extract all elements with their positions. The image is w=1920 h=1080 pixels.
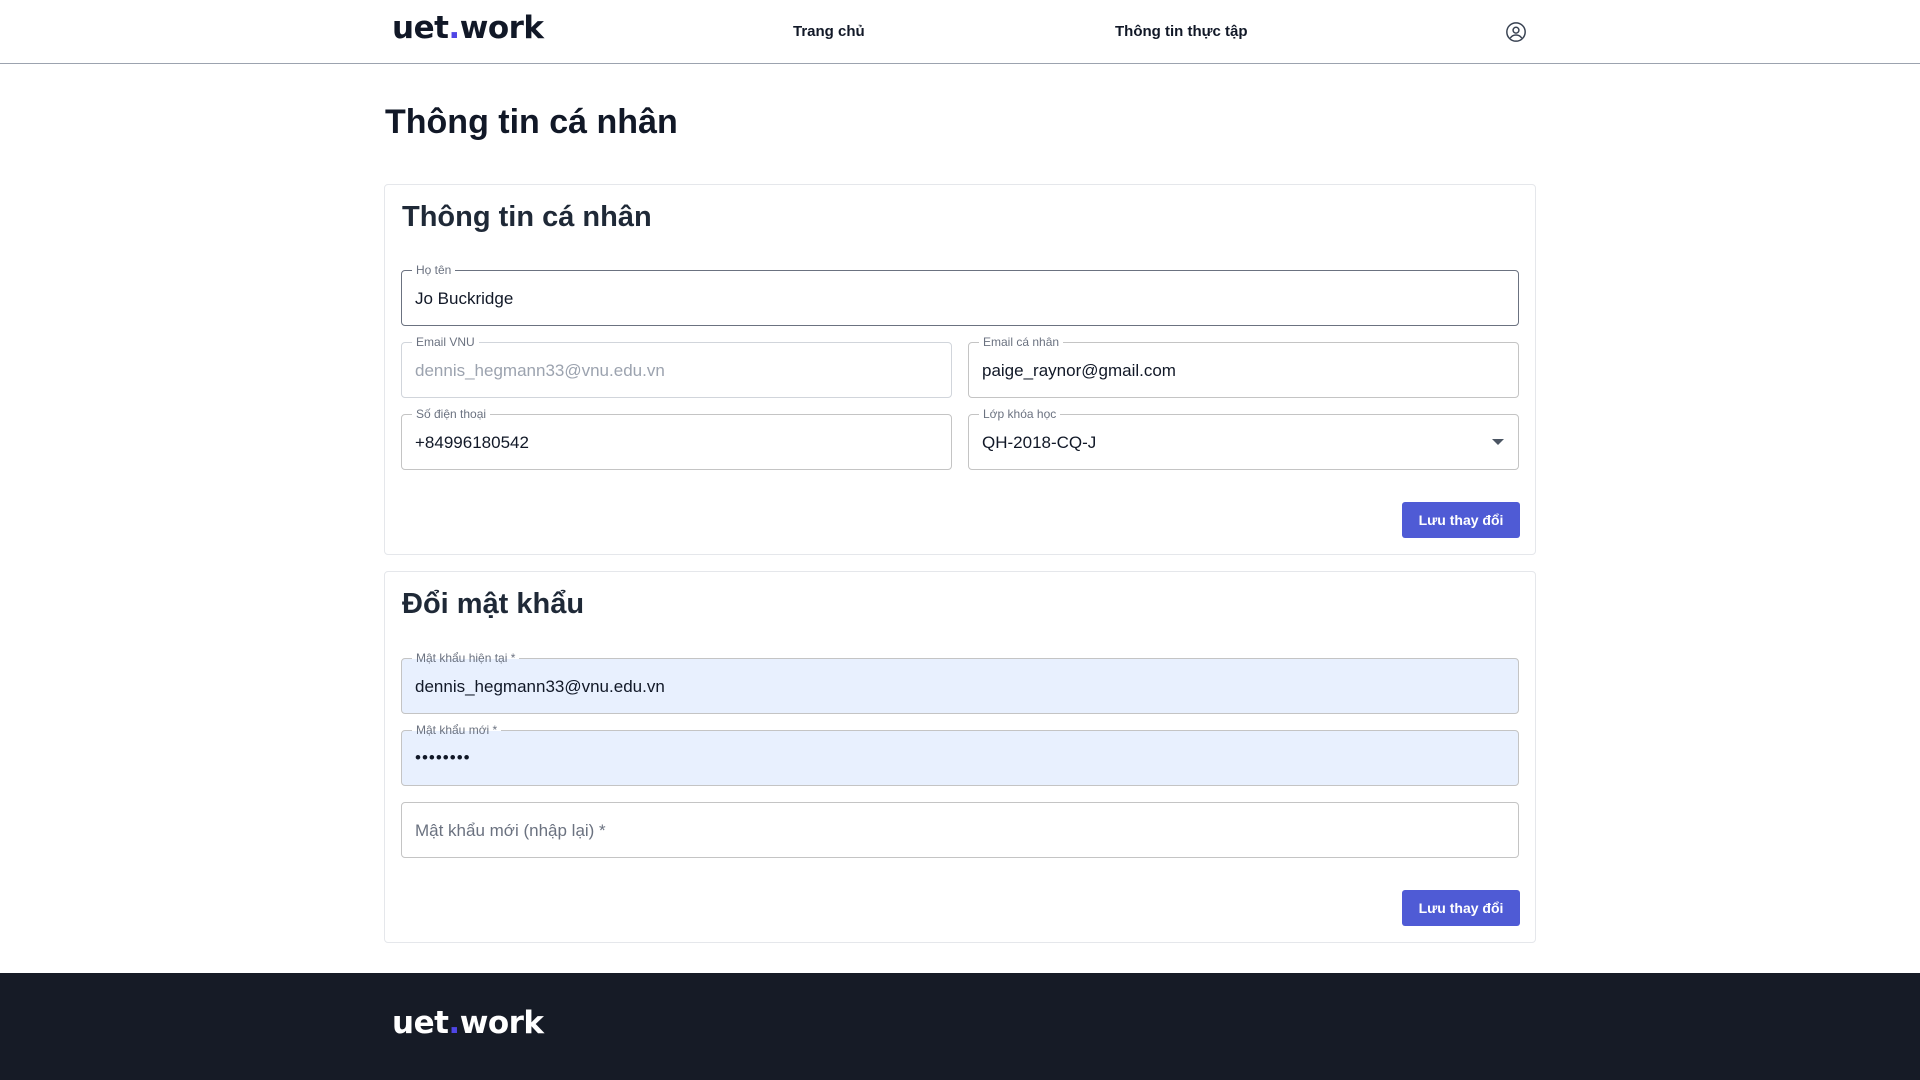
personal-email-field[interactable]: Email cá nhân paige_raynor@gmail.com	[968, 334, 1519, 398]
vnu-email-label: Email VNU	[412, 334, 479, 350]
current-password-field[interactable]: Mật khẩu hiện tại * dennis_hegmann33@vnu…	[401, 650, 1519, 714]
change-password-title: Đổi mật khẩu	[402, 588, 585, 620]
full-name-field[interactable]: Họ tên Jo Buckridge	[401, 262, 1519, 326]
logo[interactable]: uet.work	[392, 10, 544, 46]
current-password-value: dennis_hegmann33@vnu.edu.vn	[415, 677, 665, 696]
nav-link-internship-info[interactable]: Thông tin thực tập	[1115, 23, 1248, 40]
footer: uet.work	[0, 973, 1920, 1080]
page-title: Thông tin cá nhân	[385, 103, 678, 141]
full-name-label: Họ tên	[412, 262, 456, 278]
logo-prefix: uet	[392, 10, 449, 46]
top-navbar: uet.work Trang chủ Thông tin thực tập	[0, 0, 1920, 64]
profile-card: Thông tin cá nhân Họ tên Jo Buckridge Em…	[384, 184, 1536, 555]
new-password-label: Mật khẩu mới *	[412, 722, 502, 738]
change-password-card: Đổi mật khẩu Mật khẩu hiện tại * dennis_…	[384, 571, 1536, 943]
full-name-value: Jo Buckridge	[415, 289, 514, 308]
footer-logo[interactable]: uet.work	[392, 1005, 544, 1041]
vnu-email-field: Email VNU dennis_hegmann33@vnu.edu.vn	[401, 334, 952, 398]
logo-suffix: work	[459, 10, 544, 46]
class-select[interactable]: Lớp khóa học QH-2018-CQ-J	[968, 406, 1519, 470]
vnu-email-value: dennis_hegmann33@vnu.edu.vn	[415, 361, 665, 380]
new-password-field[interactable]: Mật khẩu mới * ••••••••	[401, 722, 1519, 786]
profile-card-title: Thông tin cá nhân	[402, 201, 652, 233]
personal-email-label: Email cá nhân	[979, 334, 1064, 350]
phone-field[interactable]: Số điện thoại +84996180542	[401, 406, 952, 470]
confirm-password-field[interactable]: Mật khẩu mới (nhập lại) *	[401, 802, 1519, 858]
class-label: Lớp khóa học	[979, 406, 1061, 422]
personal-email-value: paige_raynor@gmail.com	[982, 361, 1176, 380]
save-profile-button[interactable]: Lưu thay đổi	[1402, 502, 1520, 538]
caret-down-icon[interactable]	[1492, 439, 1504, 445]
user-circle-icon[interactable]	[1505, 21, 1527, 43]
phone-value: +84996180542	[415, 433, 529, 452]
logo-dot: .	[448, 10, 460, 46]
footer-logo-dot: .	[448, 1005, 460, 1041]
footer-logo-prefix: uet	[392, 1005, 449, 1041]
save-password-button[interactable]: Lưu thay đổi	[1402, 890, 1520, 926]
footer-logo-suffix: work	[459, 1005, 544, 1041]
nav-link-home[interactable]: Trang chủ	[793, 23, 865, 40]
phone-label: Số điện thoại	[412, 406, 491, 422]
current-password-label: Mật khẩu hiện tại *	[412, 650, 520, 666]
new-password-value: ••••••••	[415, 748, 471, 767]
confirm-password-placeholder: Mật khẩu mới (nhập lại) *	[415, 821, 606, 840]
class-value: QH-2018-CQ-J	[982, 433, 1097, 452]
